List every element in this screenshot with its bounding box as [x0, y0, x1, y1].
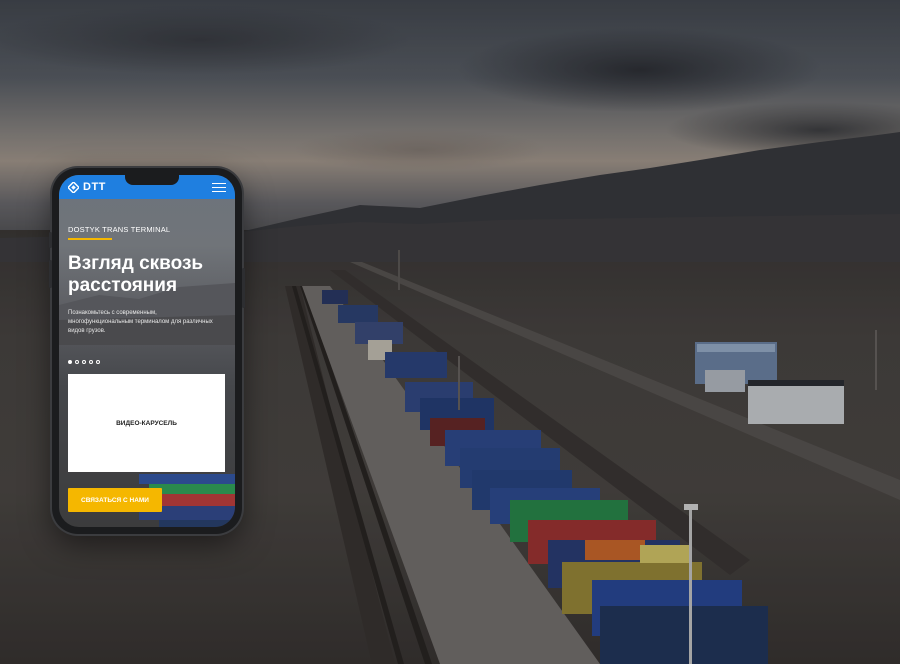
dtt-logo-diamond-icon[interactable] [68, 182, 79, 193]
slider-pagination [68, 360, 100, 364]
phone-mockup: DTT DOSTYK TRANS TERMINAL Взгляд сквозь … [49, 168, 245, 534]
slider-dot-5[interactable] [96, 360, 100, 364]
video-carousel-label: ВИДЕО-КАРУСЕЛЬ [116, 419, 177, 427]
slider-dot-2[interactable] [75, 360, 79, 364]
phone-volume-button [49, 260, 52, 288]
hero-description: Познакомьтесь с современным, многофункци… [68, 310, 213, 334]
contact-us-button[interactable]: СВЯЗАТЬСЯ С НАМИ [68, 488, 162, 512]
brand-logo-text[interactable]: DTT [83, 181, 106, 193]
hero-title: Взгляд сквозь расстояния [68, 253, 204, 296]
hamburger-menu-icon[interactable] [212, 183, 226, 192]
phone-notch [125, 175, 179, 185]
hero-eyebrow: DOSTYK TRANS TERMINAL [68, 225, 171, 234]
eyebrow-underline [68, 238, 112, 240]
phone-power-button [242, 268, 245, 308]
slider-dot-1[interactable] [68, 360, 72, 364]
phone-screen: DTT DOSTYK TRANS TERMINAL Взгляд сквозь … [59, 175, 235, 527]
phone-side-button [49, 232, 52, 248]
slider-dot-4[interactable] [89, 360, 93, 364]
slider-dot-3[interactable] [82, 360, 86, 364]
video-carousel[interactable]: ВИДЕО-КАРУСЕЛЬ [68, 374, 225, 472]
